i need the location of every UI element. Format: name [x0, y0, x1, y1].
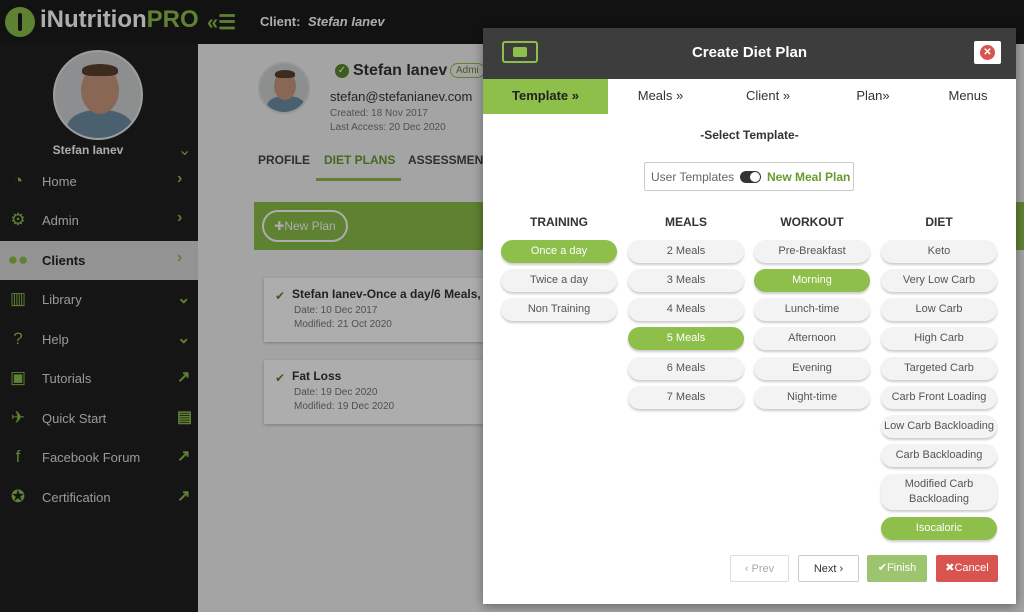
- workout-header: WORKOUT: [780, 215, 844, 229]
- new-meal-plan-label: New Meal Plan: [767, 170, 851, 184]
- meals-option[interactable]: 2 Meals: [628, 240, 744, 263]
- meals-option[interactable]: 4 Meals: [628, 298, 744, 321]
- training-header: TRAINING: [530, 215, 588, 229]
- wizard-steps: Template » Meals » Client » Plan» Menus: [483, 79, 1016, 114]
- prev-button[interactable]: ‹ Prev: [730, 555, 789, 582]
- diet-option[interactable]: High Carb: [881, 327, 997, 350]
- step-meals[interactable]: Meals »: [623, 79, 698, 114]
- close-button[interactable]: ✕: [974, 41, 1001, 64]
- toggle-switch[interactable]: [740, 171, 761, 183]
- step-label: Menus: [948, 88, 988, 103]
- workout-option[interactable]: Night-time: [754, 386, 870, 409]
- check-icon: ✔: [877, 562, 887, 574]
- next-button[interactable]: Next ›: [798, 555, 859, 582]
- chevron-right-icon: ›: [839, 563, 844, 575]
- step-client[interactable]: Client »: [733, 79, 803, 114]
- step-label: Client: [745, 88, 780, 103]
- template-source-toggle[interactable]: User Templates New Meal Plan: [644, 162, 854, 191]
- diet-option[interactable]: Carb Backloading: [881, 444, 997, 467]
- diet-option[interactable]: Targeted Carb: [881, 357, 997, 380]
- diet-option[interactable]: Modified Carb Backloading: [881, 474, 997, 510]
- workout-option[interactable]: Pre-Breakfast: [754, 240, 870, 263]
- finish-label: Finish: [886, 562, 917, 574]
- step-label: Template: [512, 88, 569, 103]
- workout-option[interactable]: Morning: [754, 269, 870, 292]
- step-template[interactable]: Template »: [483, 79, 608, 114]
- workout-option[interactable]: Evening: [754, 357, 870, 380]
- diet-option[interactable]: Carb Front Loading: [881, 386, 997, 409]
- cancel-button[interactable]: ✖Cancel: [936, 555, 998, 582]
- create-diet-plan-modal: Create Diet Plan ✕ Template » Meals » Cl…: [483, 28, 1016, 604]
- meals-option[interactable]: 3 Meals: [628, 269, 744, 292]
- modal-title: Create Diet Plan: [691, 44, 808, 61]
- prev-label: Prev: [751, 563, 775, 575]
- chevron-left-icon: ‹: [744, 563, 749, 575]
- step-label: Meals: [637, 88, 673, 103]
- workout-option[interactable]: Lunch-time: [754, 298, 870, 321]
- modal-header: Create Diet Plan ✕: [483, 28, 1016, 79]
- training-option[interactable]: Twice a day: [501, 269, 617, 292]
- meals-header: MEALS: [665, 215, 707, 229]
- diet-option[interactable]: Isocaloric: [881, 517, 997, 540]
- diet-option[interactable]: Very Low Carb: [881, 269, 997, 292]
- meals-option[interactable]: 7 Meals: [628, 386, 744, 409]
- cancel-label: Cancel: [954, 562, 989, 574]
- diet-option[interactable]: Keto: [881, 240, 997, 263]
- step-menus[interactable]: Menus: [938, 79, 998, 114]
- user-templates-label: User Templates: [651, 170, 735, 184]
- meals-option[interactable]: 5 Meals: [628, 327, 744, 350]
- diet-option[interactable]: Low Carb: [881, 298, 997, 321]
- training-option[interactable]: Once a day: [501, 240, 617, 263]
- workout-option[interactable]: Afternoon: [754, 327, 870, 350]
- diet-header: DIET: [925, 215, 953, 229]
- select-template-heading: -Select Template-: [700, 128, 799, 142]
- next-label: Next: [813, 563, 837, 575]
- step-label: Plan: [856, 88, 883, 103]
- finish-button[interactable]: ✔Finish: [867, 555, 927, 582]
- training-option[interactable]: Non Training: [501, 298, 617, 321]
- step-plan[interactable]: Plan»: [843, 79, 903, 114]
- close-icon: ✕: [980, 45, 995, 60]
- meals-option[interactable]: 6 Meals: [628, 357, 744, 380]
- diet-option[interactable]: Low Carb Backloading: [881, 415, 997, 438]
- sidebar: Stefan Ianev ⌄ ◔ Home › ⚙ Admin › ●● Cli…: [0, 44, 198, 612]
- sidebar-overlay: [0, 44, 198, 612]
